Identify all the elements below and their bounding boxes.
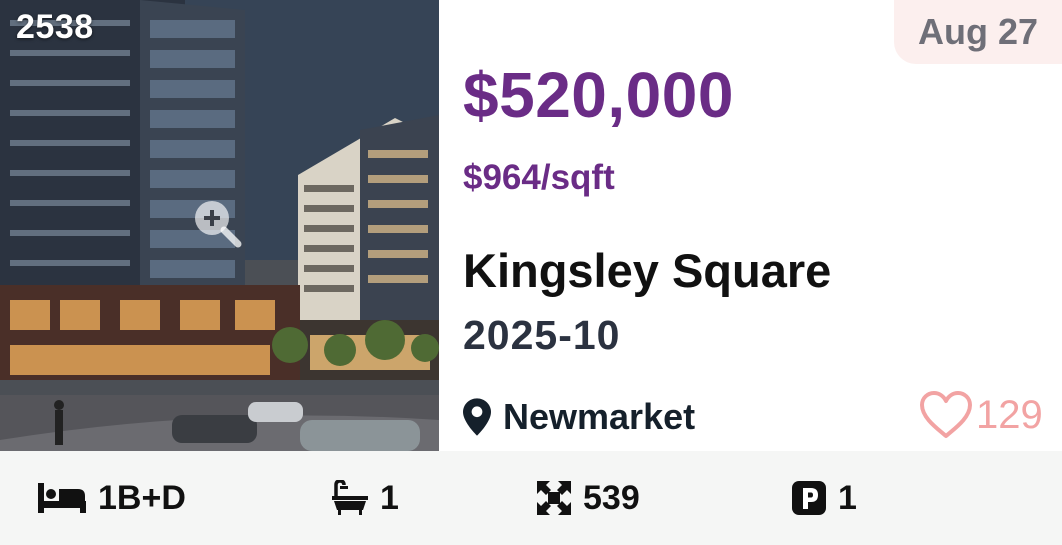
heart-outline-icon <box>920 391 972 438</box>
map-pin-icon <box>463 398 491 436</box>
location-label: Newmarket <box>503 396 696 437</box>
baths-value: 1 <box>380 478 399 517</box>
beds-value: 1B+D <box>98 478 186 517</box>
price-per-sqft: $964/sqft <box>463 158 615 197</box>
stat-baths: 1 <box>332 451 399 545</box>
location: Newmarket <box>463 396 695 438</box>
stat-parking: 1 <box>792 451 857 545</box>
listing-price: $520,000 <box>463 59 734 131</box>
parking-icon <box>792 481 826 515</box>
expand-arrows-icon <box>537 481 571 515</box>
parking-value: 1 <box>838 478 857 517</box>
area-value: 539 <box>583 478 640 517</box>
project-name[interactable]: Kingsley Square <box>463 243 831 298</box>
favorite-button[interactable]: 129 <box>918 390 1043 440</box>
bed-icon <box>38 483 86 513</box>
completion-date: 2025-10 <box>463 312 621 358</box>
zoom-in-icon[interactable] <box>192 198 242 248</box>
stat-area: 539 <box>537 451 640 545</box>
listing-id-label: 2538 <box>16 8 94 46</box>
favorites-count: 129 <box>976 392 1043 437</box>
stats-bar: 1B+D 1 539 1 <box>0 451 1062 545</box>
stat-beds: 1B+D <box>38 451 186 545</box>
bathtub-icon <box>332 480 368 515</box>
listing-card[interactable]: 2538 Aug 27 $520,000 $964/sqft Kingsley … <box>0 0 1062 545</box>
listing-date-badge: Aug 27 <box>894 0 1062 64</box>
listing-photo[interactable]: 2538 <box>0 0 439 451</box>
